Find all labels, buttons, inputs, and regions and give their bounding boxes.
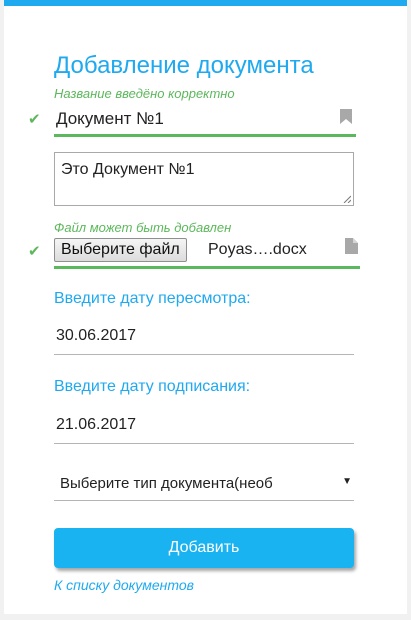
document-type-select[interactable]: Выберите тип документа(необ ▼ [54,466,354,501]
choose-file-button[interactable]: Выберите файл [54,238,187,262]
add-document-card: Добавление документа Название введёно ко… [4,0,407,614]
name-check-icon: ✔ [28,111,41,128]
file-icon [345,238,358,254]
file-check-icon: ✔ [28,243,41,260]
document-type-value: Выберите тип документа(необ [60,475,273,492]
description-value: Это Документ №1 [61,161,195,178]
bookmark-icon [340,109,352,124]
sign-date-value: 21.06.2017 [56,416,137,433]
name-valid-hint: Название введёно корректно [54,86,235,101]
document-name-value: Документ №1 [56,109,164,128]
review-date-input[interactable]: 30.06.2017 [54,318,354,355]
file-valid-hint: Файл может быть добавлен [54,220,232,235]
add-button[interactable]: Добавить [54,528,354,568]
review-date-value: 30.06.2017 [56,327,137,344]
document-description-textarea[interactable]: Это Документ №1 [54,152,354,206]
file-name: Poyas….docx [208,241,307,258]
document-name-field[interactable]: Документ №1 [54,104,356,137]
caret-down-icon: ▼ [342,476,352,487]
review-date-label: Введите дату пересмотра: [54,290,251,307]
file-field: Выберите файл Poyas….docx [54,236,360,269]
sign-date-label: Введите дату подписания: [54,378,251,395]
sign-date-input[interactable]: 21.06.2017 [54,407,354,444]
resize-handle-icon[interactable] [343,195,351,203]
page-title: Добавление документа [54,52,314,79]
back-to-list-link[interactable]: К списку документов [54,577,194,593]
